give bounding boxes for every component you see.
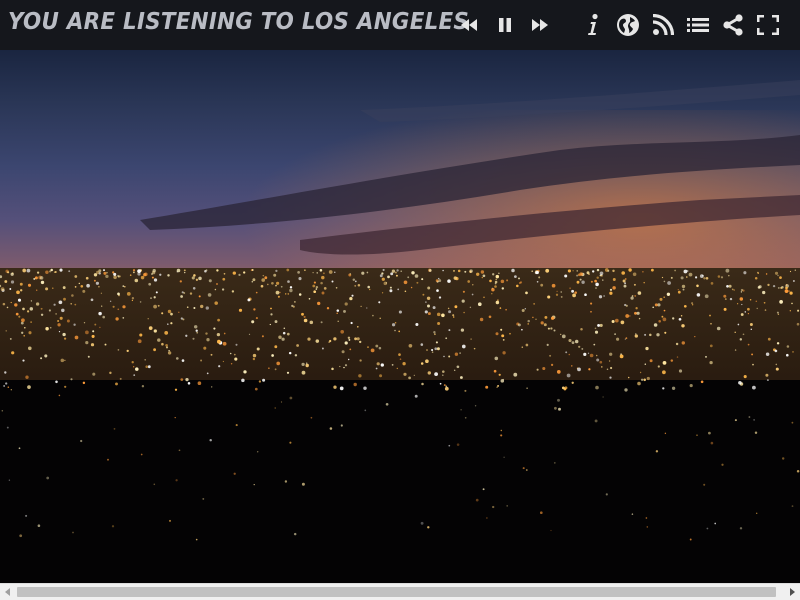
fullscreen-button[interactable] <box>750 7 786 43</box>
globe-icon <box>617 14 639 36</box>
station-title: YOU ARE LISTENING TO LOS ANGELES <box>8 9 470 35</box>
fullscreen-icon <box>757 15 779 35</box>
fast-forward-button[interactable] <box>522 7 558 43</box>
info-button[interactable] <box>575 7 611 43</box>
globe-button[interactable] <box>610 7 646 43</box>
scroll-left-button[interactable] <box>0 584 16 600</box>
list-button[interactable] <box>680 7 716 43</box>
top-bar: YOU ARE LISTENING TO LOS ANGELES <box>0 0 800 50</box>
scrollbar-thumb[interactable] <box>17 587 776 597</box>
rss-icon <box>652 14 674 36</box>
share-icon <box>723 14 743 36</box>
list-icon <box>687 18 709 32</box>
city-background-image <box>0 50 800 583</box>
scroll-right-button[interactable] <box>784 584 800 600</box>
horizontal-scrollbar[interactable] <box>0 583 800 600</box>
rewind-icon <box>461 19 477 31</box>
scroll-left-icon <box>5 588 10 596</box>
pause-button[interactable] <box>487 7 523 43</box>
info-icon <box>588 13 598 35</box>
rss-button[interactable] <box>645 7 681 43</box>
rewind-button[interactable] <box>451 7 487 43</box>
city-lights-layer <box>0 80 800 583</box>
fast-forward-icon <box>532 19 548 31</box>
scroll-right-icon <box>790 588 795 596</box>
share-button[interactable] <box>715 7 751 43</box>
pause-icon <box>499 18 511 32</box>
